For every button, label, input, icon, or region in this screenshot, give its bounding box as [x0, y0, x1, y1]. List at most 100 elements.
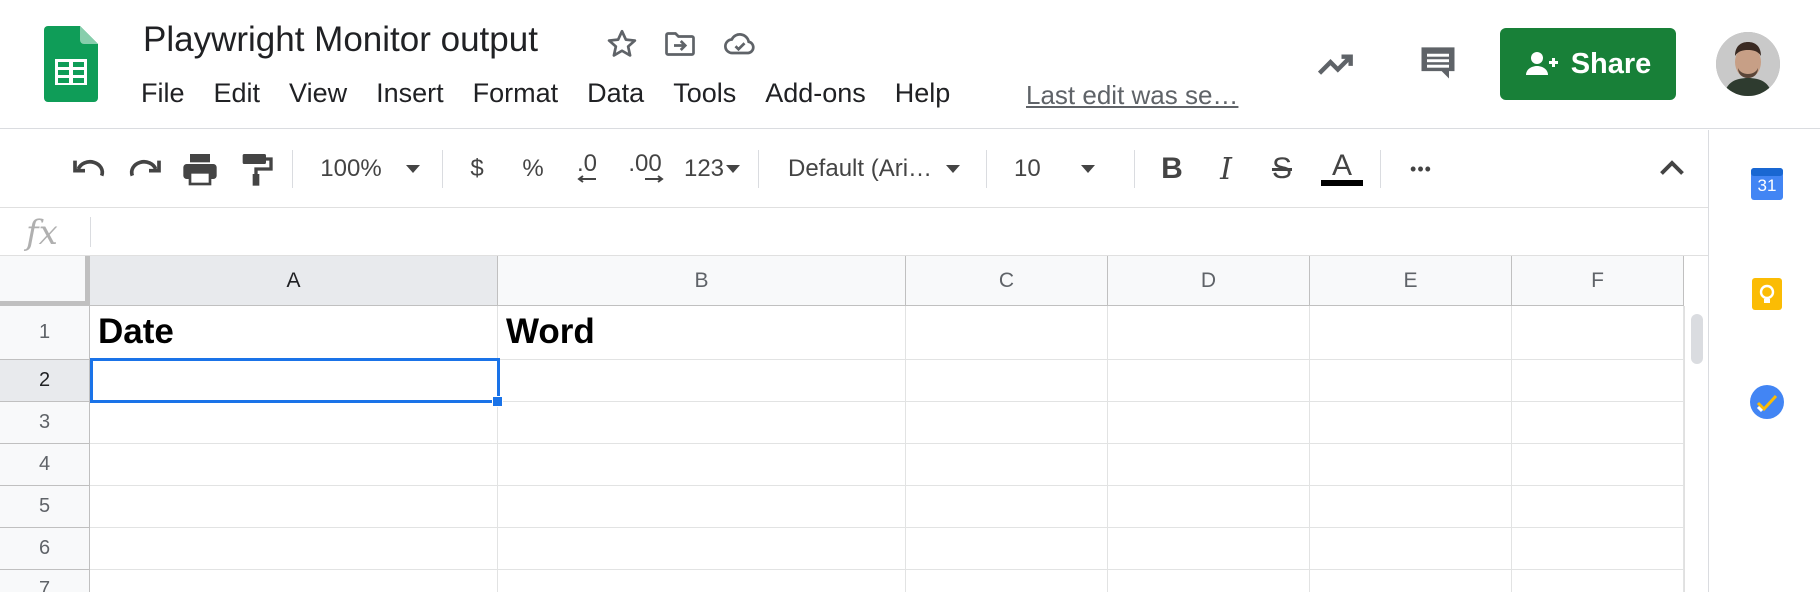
cell-a5[interactable]	[90, 486, 498, 528]
formula-input[interactable]	[100, 209, 1700, 255]
paint-format-icon[interactable]	[236, 148, 276, 190]
cell-a4[interactable]	[90, 444, 498, 486]
currency-format-button[interactable]: $	[460, 148, 494, 190]
cell-d7[interactable]	[1108, 570, 1310, 592]
column-header-f[interactable]: F	[1512, 256, 1684, 306]
cell-c5[interactable]	[906, 486, 1108, 528]
row-header-7[interactable]: 7	[0, 570, 90, 592]
comments-icon[interactable]	[1416, 40, 1460, 84]
more-formats-button[interactable]: 123	[678, 148, 746, 190]
row-header-5[interactable]: 5	[0, 486, 90, 528]
column-header-e[interactable]: E	[1310, 256, 1512, 306]
cell-f4[interactable]	[1512, 444, 1684, 486]
cell-d4[interactable]	[1108, 444, 1310, 486]
cell-a3[interactable]	[90, 402, 498, 444]
cell-d6[interactable]	[1108, 528, 1310, 570]
print-icon[interactable]	[180, 148, 220, 190]
menu-format[interactable]: Format	[473, 78, 559, 109]
undo-icon[interactable]	[70, 148, 110, 190]
cell-e7[interactable]	[1310, 570, 1512, 592]
cell-f2[interactable]	[1512, 360, 1684, 402]
scrollbar-thumb[interactable]	[1691, 314, 1703, 364]
cell-d3[interactable]	[1108, 402, 1310, 444]
cell-d2[interactable]	[1108, 360, 1310, 402]
cell-b3[interactable]	[498, 402, 906, 444]
cell-c3[interactable]	[906, 402, 1108, 444]
keep-icon[interactable]	[1747, 274, 1787, 314]
strikethrough-button[interactable]: S	[1262, 148, 1302, 190]
cell-a6[interactable]	[90, 528, 498, 570]
user-avatar[interactable]	[1716, 32, 1780, 96]
more-options-button[interactable]: •••	[1398, 148, 1444, 190]
zoom-select[interactable]: 100%	[310, 148, 430, 190]
calendar-icon[interactable]: 31	[1747, 164, 1787, 204]
cell-f1[interactable]	[1512, 306, 1684, 360]
cell-c1[interactable]	[906, 306, 1108, 360]
cell-e4[interactable]	[1310, 444, 1512, 486]
font-size-select[interactable]: 10	[1014, 148, 1120, 190]
cell-c6[interactable]	[906, 528, 1108, 570]
activity-trend-icon[interactable]	[1314, 42, 1358, 86]
cell-e3[interactable]	[1310, 402, 1512, 444]
cell-a2[interactable]	[90, 360, 498, 402]
cloud-saved-icon[interactable]	[722, 26, 758, 62]
column-header-d[interactable]: D	[1108, 256, 1310, 306]
cell-d1[interactable]	[1108, 306, 1310, 360]
menu-insert[interactable]: Insert	[376, 78, 444, 109]
menu-help[interactable]: Help	[895, 78, 951, 109]
sheets-logo-icon[interactable]	[44, 26, 98, 102]
select-all-corner[interactable]	[0, 256, 90, 306]
cell-b1[interactable]: Word	[498, 306, 906, 360]
fill-handle[interactable]	[492, 396, 503, 407]
share-button[interactable]: Share	[1500, 28, 1676, 100]
cell-b6[interactable]	[498, 528, 906, 570]
cell-e1[interactable]	[1310, 306, 1512, 360]
increase-decimal-button[interactable]: .00	[620, 148, 670, 190]
menu-tools[interactable]: Tools	[673, 78, 736, 109]
cell-d5[interactable]	[1108, 486, 1310, 528]
cell-e6[interactable]	[1310, 528, 1512, 570]
cell-b7[interactable]	[498, 570, 906, 592]
cell-b2[interactable]	[498, 360, 906, 402]
cell-b4[interactable]	[498, 444, 906, 486]
column-header-a[interactable]: A	[90, 256, 498, 306]
vertical-scrollbar[interactable]	[1684, 306, 1708, 592]
menu-view[interactable]: View	[289, 78, 347, 109]
row-header-2[interactable]: 2	[0, 360, 90, 402]
cell-e2[interactable]	[1310, 360, 1512, 402]
text-color-button[interactable]: A	[1318, 148, 1366, 190]
row-header-6[interactable]: 6	[0, 528, 90, 570]
last-edit-link[interactable]: Last edit was se…	[1026, 80, 1238, 111]
row-header-3[interactable]: 3	[0, 402, 90, 444]
bold-button[interactable]: B	[1152, 148, 1192, 190]
percent-format-button[interactable]: %	[516, 148, 550, 190]
menu-edit[interactable]: Edit	[214, 78, 261, 109]
redo-icon[interactable]	[124, 148, 164, 190]
menu-data[interactable]: Data	[587, 78, 644, 109]
tasks-icon[interactable]	[1747, 382, 1787, 422]
cell-a7[interactable]	[90, 570, 498, 592]
row-header-1[interactable]: 1	[0, 306, 90, 360]
collapse-icon[interactable]	[1654, 148, 1690, 190]
menu-file[interactable]: File	[141, 78, 185, 109]
cell-b5[interactable]	[498, 486, 906, 528]
cell-e5[interactable]	[1310, 486, 1512, 528]
cell-f3[interactable]	[1512, 402, 1684, 444]
move-to-folder-icon[interactable]	[662, 26, 698, 62]
cell-f7[interactable]	[1512, 570, 1684, 592]
cell-a1[interactable]: Date	[90, 306, 498, 360]
star-icon[interactable]	[604, 26, 640, 62]
cell-f6[interactable]	[1512, 528, 1684, 570]
italic-button[interactable]: I	[1206, 148, 1246, 190]
cell-c4[interactable]	[906, 444, 1108, 486]
cell-f5[interactable]	[1512, 486, 1684, 528]
font-family-select[interactable]: Default (Ari…	[788, 148, 974, 190]
cell-c2[interactable]	[906, 360, 1108, 402]
row-header-4[interactable]: 4	[0, 444, 90, 486]
document-title[interactable]: Playwright Monitor output	[143, 20, 538, 60]
column-header-b[interactable]: B	[498, 256, 906, 306]
decrease-decimal-button[interactable]: .0	[566, 148, 608, 190]
column-header-c[interactable]: C	[906, 256, 1108, 306]
cell-c7[interactable]	[906, 570, 1108, 592]
menu-addons[interactable]: Add-ons	[765, 78, 866, 109]
